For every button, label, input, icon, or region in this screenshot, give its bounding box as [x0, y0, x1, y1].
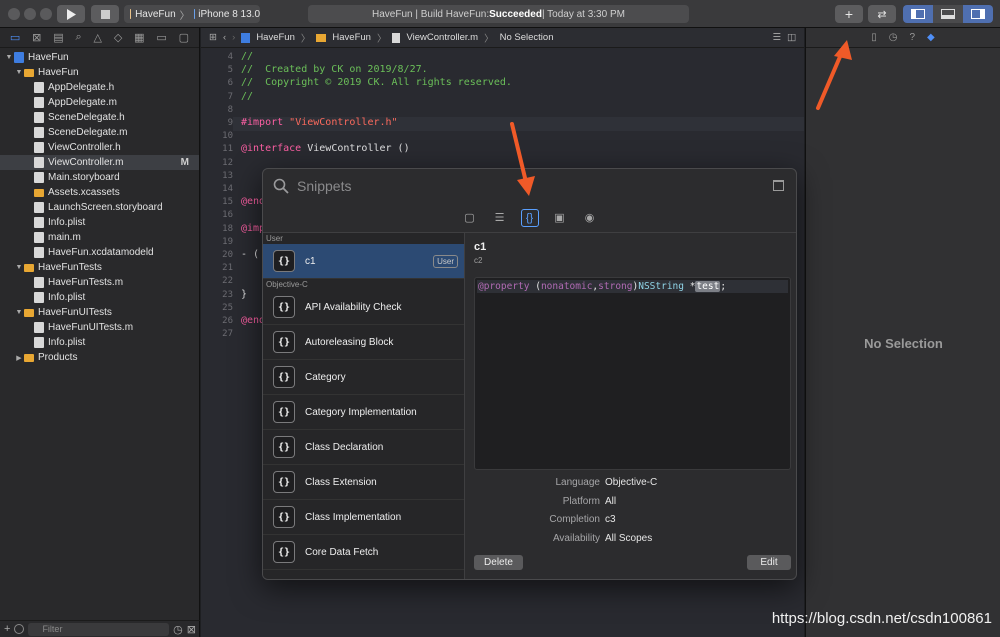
annotation-arrow-library — [816, 40, 852, 110]
watermark-text: https://blog.csdn.net/csdn100861 — [771, 610, 992, 627]
annotation-overlay — [510, 40, 852, 196]
annotation-arrow-snippets — [510, 122, 535, 196]
